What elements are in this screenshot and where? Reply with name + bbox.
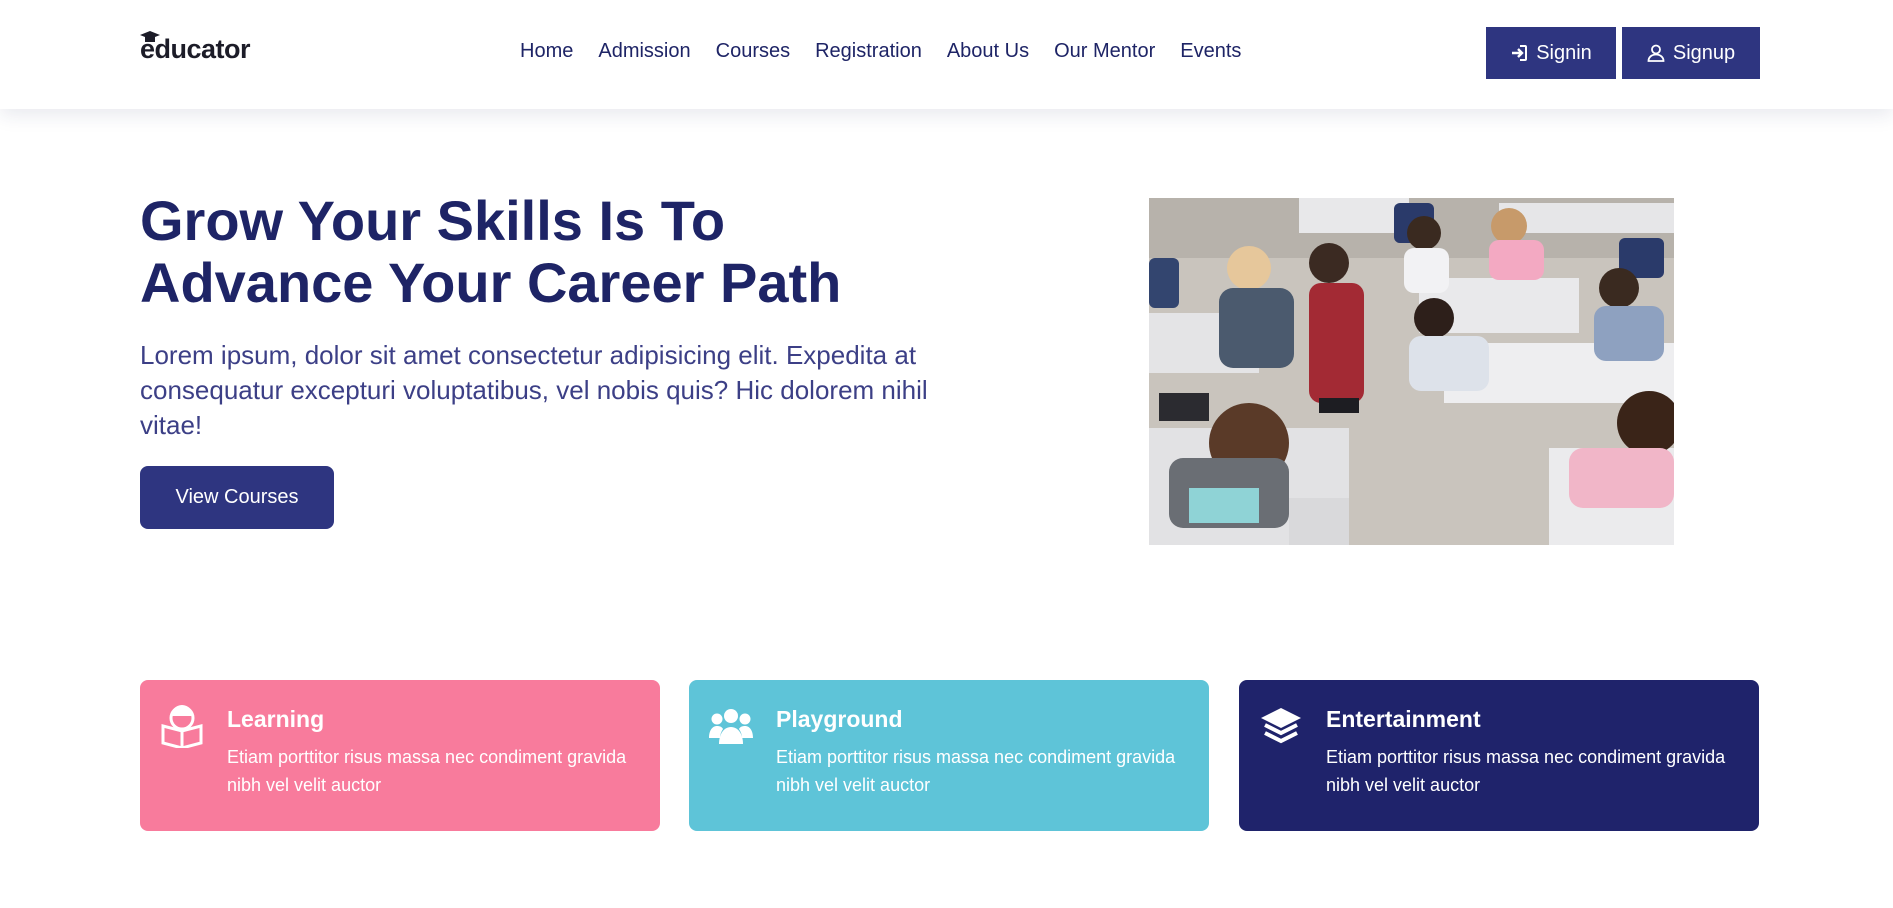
hero-title-line-1: Grow Your Skills Is To — [140, 189, 726, 252]
signup-label: Signup — [1672, 41, 1736, 64]
feature-title: Entertainment — [1326, 706, 1481, 732]
feature-card-entertainment[interactable]: Entertainment Etiam porttitor risus mass… — [1239, 680, 1759, 831]
signin-label: Signin — [1536, 41, 1592, 64]
feature-card-playground[interactable]: Playground Etiam porttitor risus massa n… — [689, 680, 1209, 831]
view-courses-button[interactable]: View Courses — [140, 466, 334, 529]
site-header: educator Home Admission Courses Registra… — [0, 0, 1893, 109]
layers-icon — [1261, 708, 1301, 744]
nav-about-us[interactable]: About Us — [947, 40, 1029, 63]
feature-description: Etiam porttitor risus massa nec condimen… — [227, 747, 627, 795]
graduation-cap-icon — [140, 31, 160, 42]
feature-card-learning[interactable]: Learning Etiam porttitor risus massa nec… — [140, 680, 660, 831]
reading-student-icon — [161, 705, 203, 748]
nav-events[interactable]: Events — [1180, 40, 1241, 63]
feature-title: Learning — [227, 706, 325, 732]
logo[interactable]: educator — [140, 31, 251, 65]
signin-button[interactable]: Signin — [1486, 27, 1616, 79]
feature-description: Etiam porttitor risus massa nec condimen… — [776, 747, 1176, 795]
feature-title: Playground — [776, 706, 903, 732]
nav-courses[interactable]: Courses — [716, 40, 790, 63]
classroom-photo — [1149, 198, 1674, 545]
hero-description: Lorem ipsum, dolor sit amet consectetur … — [140, 340, 928, 440]
feature-description: Etiam porttitor risus massa nec condimen… — [1326, 747, 1726, 795]
nav-home[interactable]: Home — [520, 40, 573, 63]
group-users-icon — [709, 709, 753, 744]
signup-button[interactable]: Signup — [1622, 27, 1760, 79]
main-nav: Home Admission Courses Registration Abou… — [520, 40, 1266, 63]
hero-title: Grow Your Skills Is To Advance Your Care… — [140, 190, 900, 314]
sign-in-icon — [1512, 45, 1528, 61]
nav-admission[interactable]: Admission — [598, 40, 690, 63]
user-icon — [1647, 44, 1665, 62]
nav-our-mentor[interactable]: Our Mentor — [1054, 40, 1155, 63]
hero-title-line-2: Advance Your Career Path — [140, 251, 842, 314]
nav-registration[interactable]: Registration — [815, 40, 922, 63]
